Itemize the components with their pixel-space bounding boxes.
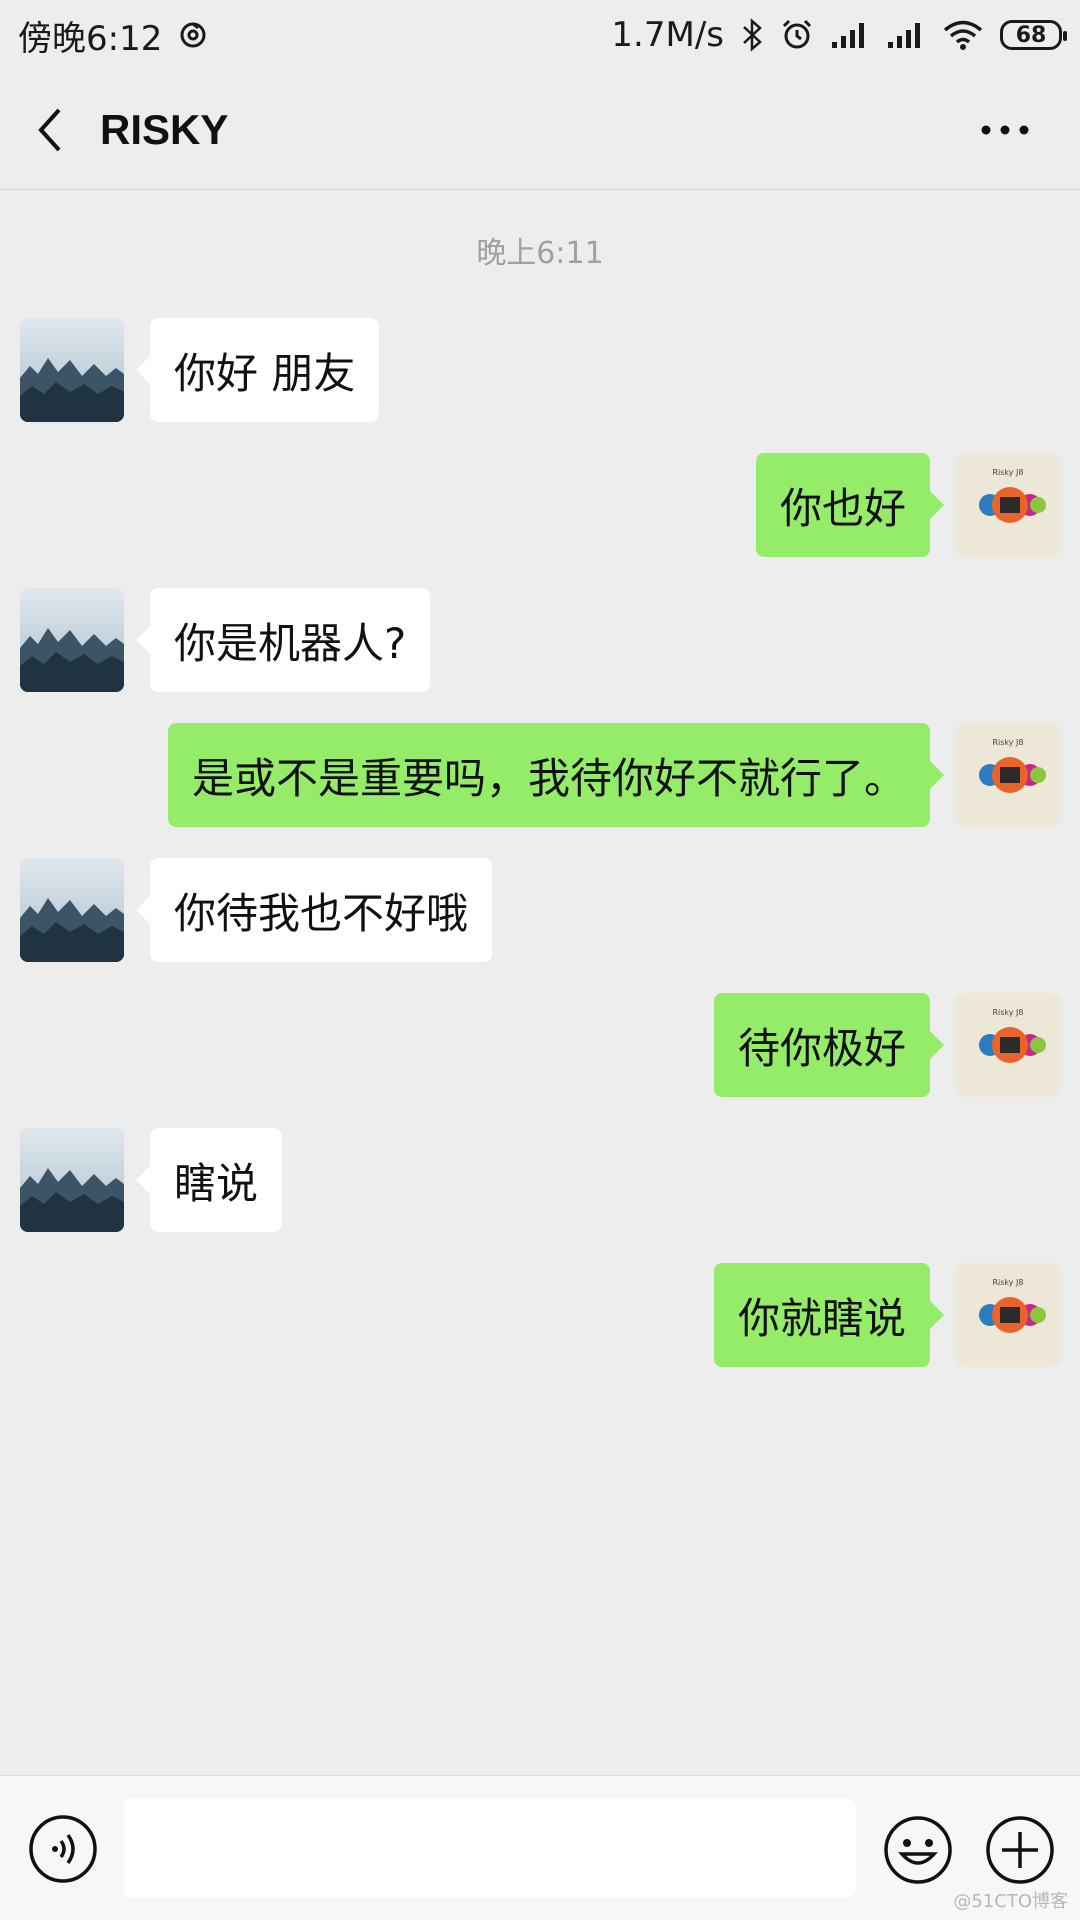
- input-bar: @51CTO博客: [0, 1775, 1080, 1920]
- contact-avatar[interactable]: [20, 858, 124, 962]
- status-bar: 傍晚6:12 1.7M/s 68: [0, 0, 1080, 70]
- message-bubble-incoming[interactable]: 你是机器人?: [135, 588, 431, 692]
- message-timestamp: 晚上6:11: [476, 236, 604, 271]
- emoji-icon: [884, 1816, 952, 1884]
- svg-text:Risky J8: Risky J8: [992, 738, 1023, 747]
- chat-header: RISKY: [0, 70, 1080, 190]
- chat-screen: 傍晚6:12 1.7M/s 68 RISKY 晚上6:11 你好 朋友 你也好 …: [0, 0, 1080, 1920]
- svg-text:Risky J8: Risky J8: [992, 1278, 1023, 1287]
- self-avatar[interactable]: Risky J8: [956, 1263, 1060, 1367]
- status-time: 傍晚6:12: [18, 18, 163, 59]
- contact-avatar[interactable]: [20, 1128, 124, 1232]
- message-row: 瞎说: [0, 1128, 1080, 1232]
- battery-icon: 68: [1000, 20, 1067, 50]
- watermark: @51CTO博客: [953, 1891, 1068, 1912]
- svg-text:Risky J8: Risky J8: [992, 468, 1023, 477]
- net-speed: 1.7M/s: [611, 15, 724, 55]
- message-row: 你也好 Risky J8: [0, 453, 1080, 557]
- plus-icon: [986, 1816, 1054, 1884]
- self-avatar[interactable]: Risky J8: [956, 993, 1060, 1097]
- message-bubble-incoming[interactable]: 瞎说: [135, 1128, 283, 1232]
- message-row: 是或不是重要吗，我待你好不就行了。 Risky J8: [0, 723, 1080, 827]
- self-avatar[interactable]: Risky J8: [956, 723, 1060, 827]
- message-row: 你是机器人?: [0, 588, 1080, 692]
- chat-title: RISKY: [100, 105, 229, 153]
- back-button[interactable]: [0, 70, 100, 190]
- signal-icon: [886, 20, 926, 50]
- alarm-icon: [780, 18, 814, 52]
- more-dots-icon: [981, 125, 1029, 135]
- message-bubble-outgoing[interactable]: 你也好: [755, 453, 945, 557]
- emoji-button[interactable]: [882, 1814, 954, 1886]
- signal-icon: [830, 20, 870, 50]
- status-right: 1.7M/s 68: [611, 15, 1067, 55]
- voice-icon: [29, 1815, 97, 1883]
- status-left: 傍晚6:12: [18, 11, 208, 60]
- message-row: 你好 朋友: [0, 318, 1080, 422]
- bluetooth-icon: [740, 18, 764, 52]
- contact-avatar[interactable]: [20, 318, 124, 422]
- message-bubble-outgoing[interactable]: 你就瞎说: [713, 1263, 945, 1367]
- more-button[interactable]: [960, 70, 1050, 190]
- svg-text:Risky J8: Risky J8: [992, 1008, 1023, 1017]
- sync-icon: [178, 20, 208, 50]
- message-row: 待你极好 Risky J8: [0, 993, 1080, 1097]
- wifi-icon: [942, 19, 984, 51]
- message-row: 你就瞎说 Risky J8: [0, 1263, 1080, 1367]
- message-input[interactable]: [124, 1798, 856, 1898]
- contact-avatar[interactable]: [20, 588, 124, 692]
- message-list[interactable]: 晚上6:11 你好 朋友 你也好 Risky J8 你是机器人? 是或不是重要吗…: [0, 190, 1080, 1775]
- voice-button[interactable]: [28, 1814, 98, 1884]
- message-row: 你待我也不好哦: [0, 858, 1080, 962]
- plus-button[interactable]: [984, 1814, 1056, 1886]
- self-avatar[interactable]: Risky J8: [956, 453, 1060, 557]
- message-bubble-outgoing[interactable]: 是或不是重要吗，我待你好不就行了。: [167, 723, 945, 827]
- message-bubble-incoming[interactable]: 你好 朋友: [135, 318, 380, 422]
- message-bubble-outgoing[interactable]: 待你极好: [713, 993, 945, 1097]
- message-bubble-incoming[interactable]: 你待我也不好哦: [135, 858, 493, 962]
- chevron-left-icon: [38, 108, 61, 151]
